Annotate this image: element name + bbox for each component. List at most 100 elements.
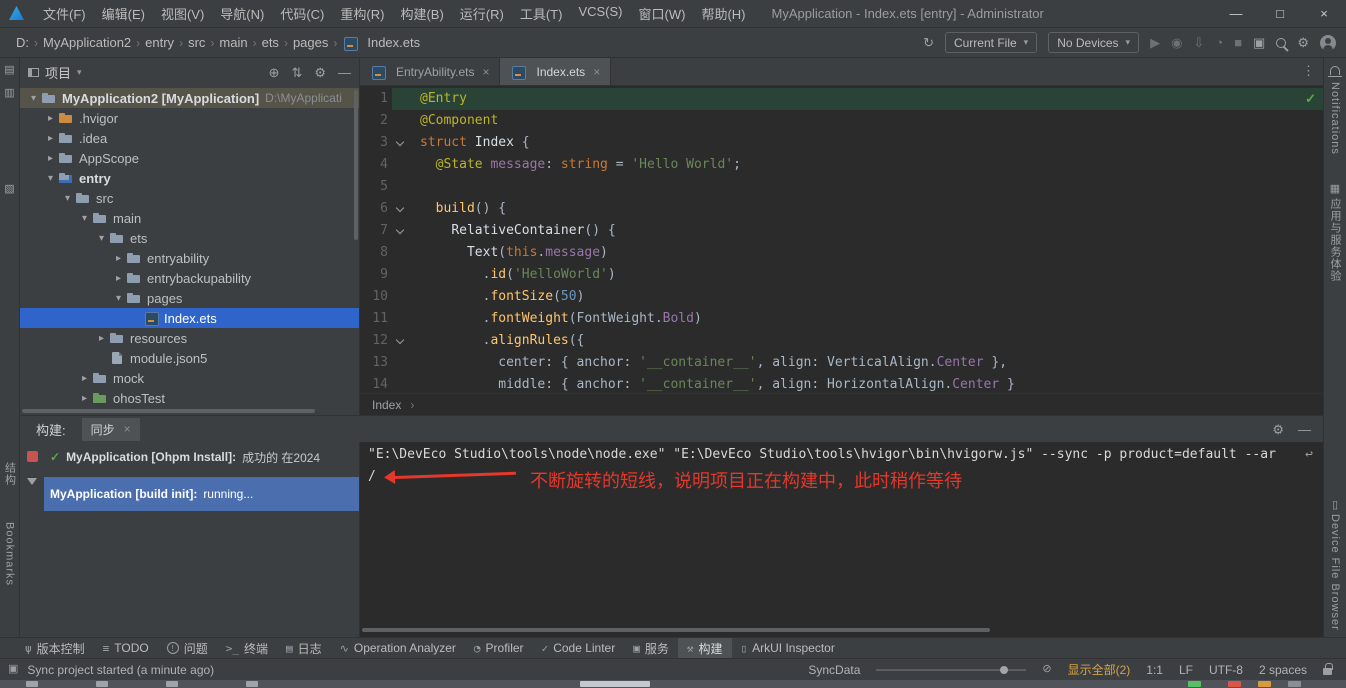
build-task-row[interactable]: ✓MyApplication [Ohpm Install]:成功的 在2024: [44, 445, 359, 469]
caret-position[interactable]: 1:1: [1146, 663, 1163, 677]
tool-tab-item[interactable]: !问题: [158, 638, 217, 658]
tool-tab-item[interactable]: >_终端: [217, 638, 277, 658]
status-window-icon[interactable]: ▣: [8, 664, 18, 675]
soft-wrap-icon[interactable]: ↩: [1305, 448, 1313, 461]
tool-tab-profiler[interactable]: ◔Profiler: [465, 638, 533, 658]
tree-expand-icon[interactable]: ▸: [111, 253, 126, 264]
device-manager-button[interactable]: ▣: [1253, 36, 1265, 49]
device-select[interactable]: No Devices ▾: [1048, 32, 1139, 53]
bookmarks-tool-button[interactable]: Bookmarks: [4, 522, 16, 586]
syncdata-progress-slider[interactable]: [876, 669, 1026, 671]
build-settings-button[interactable]: ⚙: [1272, 423, 1284, 436]
tree-item-idea[interactable]: ▸.idea: [20, 128, 359, 148]
folder-stripe-icon[interactable]: ▥: [4, 86, 14, 99]
minimize-button[interactable]: —: [1214, 0, 1258, 27]
fold-icon[interactable]: [396, 336, 404, 344]
run-button[interactable]: ▶: [1150, 36, 1160, 49]
menu-item[interactable]: 构建(B): [392, 1, 451, 26]
build-tab-sync[interactable]: 同步 ×: [82, 418, 140, 441]
menu-item[interactable]: 编辑(E): [94, 1, 153, 26]
editor-tab-index-ets[interactable]: Index.ets×: [500, 58, 611, 85]
tree-expand-icon[interactable]: ▸: [111, 273, 126, 284]
breadcrumb-file[interactable]: Index.ets: [340, 35, 422, 50]
tree-item-mock[interactable]: ▸mock: [20, 368, 359, 388]
expand-collapse-button[interactable]: ⇅: [291, 66, 302, 79]
app-services-tool-button[interactable]: 应用与服务体验: [1327, 198, 1343, 282]
code-editor[interactable]: 1@Entry2@Component3struct Index {4 @Stat…: [360, 86, 1323, 393]
tool-tab-code-linter[interactable]: ✓Code Linter: [533, 638, 625, 658]
tree-item-index-ets[interactable]: Index.ets: [20, 308, 359, 328]
menu-item[interactable]: 文件(F): [35, 1, 94, 26]
inspection-ok-icon[interactable]: ✓: [1305, 91, 1316, 107]
menu-item[interactable]: 视图(V): [153, 1, 212, 26]
close-tab-icon[interactable]: ×: [593, 65, 600, 79]
tree-collapse-icon[interactable]: ▾: [77, 213, 92, 224]
maximize-button[interactable]: □: [1258, 0, 1302, 27]
file-encoding[interactable]: UTF-8: [1209, 663, 1243, 677]
menu-item[interactable]: 代码(C): [272, 1, 332, 26]
more-options-icon[interactable]: ⋮: [1302, 64, 1315, 77]
settings-button[interactable]: ⚙: [1297, 36, 1309, 49]
tool-tab-arkui-inspector[interactable]: ▯ArkUI Inspector: [732, 638, 844, 658]
tree-item-entryability[interactable]: ▸entryability: [20, 248, 359, 268]
breadcrumb-item[interactable]: main: [217, 35, 249, 50]
run-profiler-button[interactable]: ◔: [1215, 36, 1223, 49]
cancel-sync-icon[interactable]: ⊘: [1042, 664, 1051, 675]
hide-panel-button[interactable]: —: [338, 66, 351, 79]
hide-build-panel-button[interactable]: —: [1298, 423, 1311, 436]
chevron-down-icon[interactable]: ▾: [77, 67, 82, 78]
console-hscrollbar[interactable]: [362, 628, 990, 632]
tree-item-myapplication2-myapplication[interactable]: ▾MyApplication2 [MyApplication]D:\MyAppl…: [20, 88, 359, 108]
close-tab-icon[interactable]: ×: [482, 65, 489, 79]
breadcrumb-item[interactable]: entry: [143, 35, 176, 50]
menu-item[interactable]: 导航(N): [212, 1, 272, 26]
device-file-browser-icon[interactable]: ▯: [1332, 498, 1338, 511]
tree-item-src[interactable]: ▾src: [20, 188, 359, 208]
menu-item[interactable]: 窗口(W): [631, 1, 694, 26]
tool-tab-item[interactable]: ▤日志: [277, 638, 331, 658]
search-everywhere-button[interactable]: [1276, 38, 1286, 48]
tree-expand-icon[interactable]: ▸: [94, 333, 109, 344]
menu-item[interactable]: VCS(S): [570, 1, 630, 26]
build-task-row[interactable]: MyApplication [build init]:running...: [44, 477, 359, 511]
stop-button[interactable]: ■: [1234, 36, 1242, 49]
panel-options-button[interactable]: ⚙: [314, 66, 326, 79]
menu-item[interactable]: 帮助(H): [693, 1, 753, 26]
tree-item-main[interactable]: ▾main: [20, 208, 359, 228]
menu-item[interactable]: 工具(T): [512, 1, 571, 26]
attach-debugger-button[interactable]: ⇩: [1193, 36, 1204, 49]
line-ending[interactable]: LF: [1179, 663, 1193, 677]
menu-item[interactable]: 运行(R): [452, 1, 512, 26]
tool-tab-todo[interactable]: ≡TODO: [94, 638, 158, 658]
project-panel-title[interactable]: 项目: [45, 63, 71, 82]
breadcrumb-item[interactable]: MyApplication2: [41, 35, 133, 50]
tree-expand-icon[interactable]: ▸: [43, 153, 58, 164]
debug-button[interactable]: ◉: [1171, 36, 1182, 49]
run-config-select[interactable]: Current File ▾: [945, 32, 1037, 53]
locate-file-button[interactable]: ⊕: [269, 66, 280, 79]
notifications-tool-button[interactable]: Notifications: [1329, 82, 1341, 155]
breadcrumb-item[interactable]: pages: [291, 35, 330, 50]
tree-expand-icon[interactable]: ▸: [43, 113, 58, 124]
breadcrumb-item[interactable]: D:: [14, 35, 31, 50]
editor-tab-entryability-ets[interactable]: EntryAbility.ets×: [360, 58, 500, 85]
tool-tab-item[interactable]: ψ版本控制: [16, 638, 94, 658]
show-all-link[interactable]: 显示全部(2): [1068, 661, 1131, 678]
project-hscrollbar[interactable]: [22, 409, 315, 413]
stop-build-icon[interactable]: [27, 451, 38, 462]
sync-project-icon[interactable]: ↻: [923, 36, 934, 49]
tree-item-pages[interactable]: ▾pages: [20, 288, 359, 308]
tree-expand-icon[interactable]: ▸: [77, 373, 92, 384]
tool-tab-item[interactable]: ⚒构建: [678, 638, 732, 658]
device-file-browser-tool-button[interactable]: Device File Browser: [1329, 514, 1341, 631]
tree-collapse-icon[interactable]: ▾: [43, 173, 58, 184]
breadcrumb-item[interactable]: src: [186, 35, 207, 50]
close-tab-icon[interactable]: ×: [124, 422, 131, 436]
build-console[interactable]: "E:\DevEco Studio\tools\node\node.exe" "…: [360, 442, 1323, 637]
notifications-bell-icon[interactable]: [1330, 66, 1340, 75]
breadcrumb-element[interactable]: Index: [372, 398, 401, 412]
tool-tab-operation-analyzer[interactable]: ∿Operation Analyzer: [331, 638, 465, 658]
breadcrumb-item[interactable]: ets: [260, 35, 281, 50]
indent-setting[interactable]: 2 spaces: [1259, 663, 1307, 677]
commit-stripe-icon[interactable]: ▧: [4, 182, 14, 195]
